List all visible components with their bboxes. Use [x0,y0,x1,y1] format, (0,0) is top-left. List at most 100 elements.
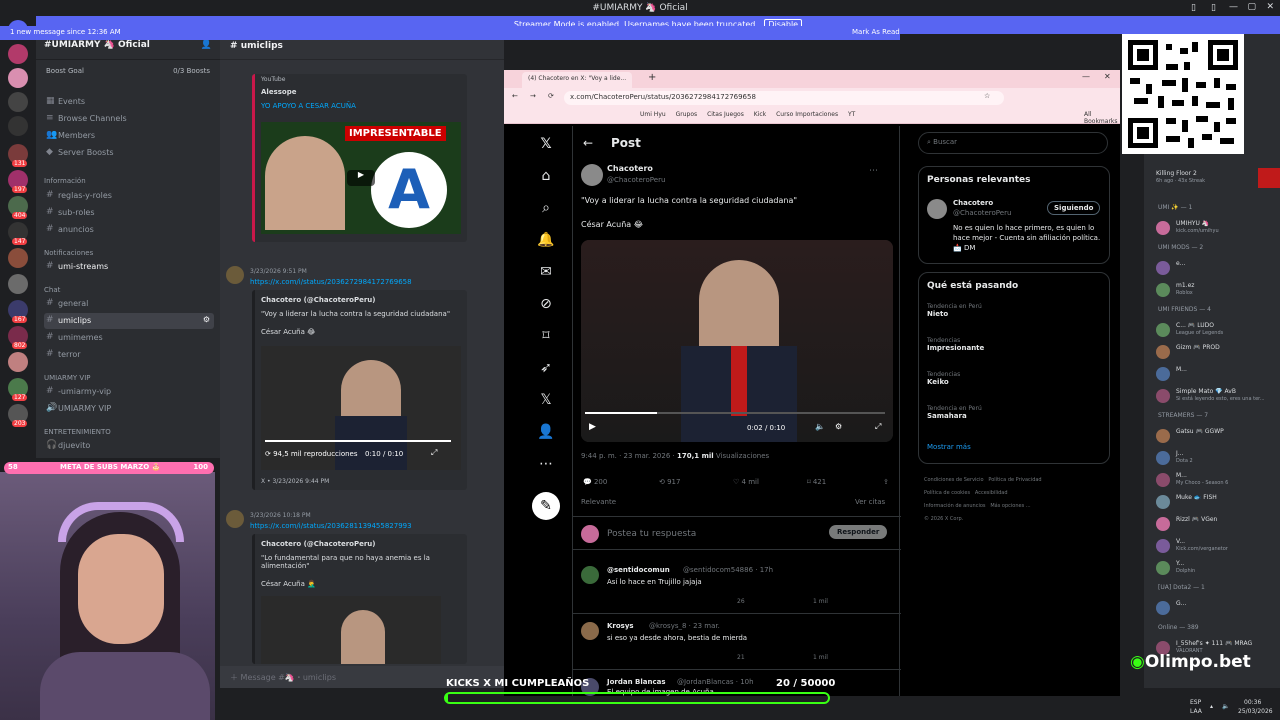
author-handle[interactable]: @ChacoteroPeru [607,176,665,184]
minimize-icon[interactable]: — [1082,72,1090,81]
profile-icon[interactable]: 👤 [536,424,556,444]
x-logo-icon[interactable]: 𝕏 [536,136,556,156]
member-item[interactable]: C... 🎮 LUDO League of Legends [1156,320,1276,340]
like-action[interactable]: ♡ 4 mil [733,478,759,486]
embed-x-post-2[interactable]: Chacotero (@ChacoteroPeru) "Lo fundament… [252,534,467,664]
reply-avatar[interactable] [581,566,599,584]
close-icon[interactable]: ✕ [1266,2,1274,12]
search-field[interactable]: ⌕ Buscar [918,132,1108,154]
server-icon-10[interactable] [8,248,28,268]
bookmark-grupos[interactable]: Grupos [676,111,698,118]
channel-umimemes[interactable]: # umimemes [44,330,214,346]
volume-icon[interactable]: 🔈 [815,422,825,431]
channel-terror[interactable]: # terror [44,347,214,363]
embed-video[interactable] [261,596,441,664]
post-video[interactable]: ▶ 0:02 / 0:10 🔈 ⚙ ⤢ [581,240,893,442]
server-icon-5[interactable] [8,116,28,136]
bookmark-curso[interactable]: Curso Importaciones [776,111,838,118]
compose-icon[interactable]: ✎ [532,492,560,520]
member-activity-card[interactable]: Killing Floor 2 6h ago · 43x Streak [1156,168,1280,188]
maximize-icon[interactable]: ▢ [1247,2,1256,12]
new-messages-banner[interactable]: 1 new message since 12:36 AM Mark As Rea… [0,26,900,40]
server-icon-14[interactable] [8,352,28,372]
reply-item[interactable]: @sentidocomun @sentidocom54886 · 17h Así… [573,558,901,614]
window-icon-1[interactable]: ▯ [1191,3,1196,13]
more-options-icon[interactable]: ⋯ [869,166,878,176]
ver-citas-link[interactable]: Ver citas [855,498,885,506]
new-tab-icon[interactable]: + [648,72,656,83]
footer-link[interactable]: Accesibilidad [975,490,1008,496]
search-icon[interactable]: ⌕ [536,200,556,220]
premium-icon[interactable]: 𝕏 [536,392,556,412]
repost-action[interactable]: ⟲ 917 [659,478,680,486]
add-user-icon[interactable]: 👤 [201,40,212,50]
member-item[interactable]: Gizm 🎮 PROD [1156,342,1276,362]
minimize-icon[interactable]: — [1229,2,1238,12]
member-item[interactable]: Simple Mato 💎 AvB Si está leyendo esto, e… [1156,386,1276,406]
voice-umiarmy-vip[interactable]: 🔊 UMIARMY VIP [44,401,214,417]
member-item[interactable]: Gatsu 🎮 GGWP [1156,426,1276,446]
reply-author[interactable]: Krosys [607,622,634,630]
reply-item[interactable]: Krosys @krosys_8 · 23 mar. si eso ya des… [573,614,901,670]
server-icon-4[interactable] [8,92,28,112]
avatar[interactable] [226,266,244,284]
server-icon-2[interactable] [8,44,28,64]
address-field[interactable]: x.com/ChacoteroPeru/status/2036272984172… [564,91,1004,105]
channel-anuncios[interactable]: # anuncios [44,222,214,238]
footer-link[interactable]: Condiciones de Servicio [924,477,984,483]
channel-sub-roles[interactable]: # sub-roles [44,205,214,221]
reply-view-count[interactable]: 1 mil [813,654,828,661]
server-icon-3[interactable] [8,68,28,88]
member-item[interactable]: M... My Choco - Season 6 [1156,470,1276,490]
trend-item[interactable]: Tendencias Keiko [927,371,1103,386]
language-indicator[interactable]: ESP [1190,699,1201,706]
video-thumbnail[interactable]: IMPRESENTABLE A ▶ [261,122,461,234]
reply-avatar[interactable] [581,622,599,640]
channel-djuevito[interactable]: 🎧 djuevito [44,438,214,454]
trend-item[interactable]: Tendencias Impresionante [927,337,1103,352]
member-item[interactable]: e... [1156,258,1276,278]
following-button[interactable]: Siguiendo [1047,201,1101,215]
speaker-icon[interactable]: 🔈 [1222,703,1229,710]
channel-umiclips[interactable]: # umiclips ⚙ [44,313,214,329]
boost-goal[interactable]: Boost Goal 0/3 Boosts [36,64,220,80]
bookmarks-icon[interactable]: ⌑ [536,328,556,348]
message-link[interactable]: https://x.com/i/status/20362729841727696… [250,278,412,286]
footer-link[interactable]: Política de Privacidad [988,477,1041,483]
all-bookmarks[interactable]: All Bookmarks [1084,111,1118,125]
avatar[interactable] [226,510,244,528]
video-progress[interactable] [265,440,451,442]
channel-general[interactable]: # general [44,296,214,312]
fullscreen-icon[interactable]: ⤢ [875,422,881,432]
member-item[interactable]: G... [1156,598,1276,618]
server-icon-11[interactable] [8,274,28,294]
mark-as-read-button[interactable]: Mark As Read [852,28,900,36]
forward-icon[interactable]: → [530,92,536,100]
reply-action[interactable]: 💬 200 [583,478,607,486]
settings-icon[interactable]: ⚙ [835,422,842,431]
reply-like-count[interactable]: 26 [737,598,745,605]
reply-input[interactable]: Postea tu respuesta [607,529,696,539]
embed-youtube[interactable]: YouTube Alessope YO APOYO A CESAR ACUÑA … [252,74,467,242]
back-icon[interactable]: ← [512,92,518,100]
back-arrow-icon[interactable]: ← [583,136,593,150]
author-name[interactable]: Chacotero [607,164,653,173]
notifications-icon[interactable]: 🔔 [536,232,556,252]
relevance-filter[interactable]: Relevante [581,498,616,506]
grok-icon[interactable]: ⊘ [536,296,556,316]
person-avatar[interactable] [927,199,947,219]
bookmark-kick[interactable]: Kick [754,111,766,118]
settings-icon[interactable]: ⚙ [203,315,210,324]
channel-umi-streams[interactable]: # umi-streams [44,259,214,275]
more-icon[interactable]: ⋯ [536,456,556,476]
add-attachment-icon[interactable]: ＋ [230,673,241,682]
person-name[interactable]: Chacotero [953,199,993,207]
reply-author[interactable]: @sentidocomun [607,566,670,574]
sidebar-item-server-boosts[interactable]: ◆ Server Boosts [44,145,214,161]
member-item[interactable]: Y... Dolphin [1156,558,1276,578]
wifi-icon[interactable]: ▴ [1210,703,1213,710]
bookmark-umi-hyu[interactable]: Umi Hyu [640,111,666,118]
fullscreen-icon[interactable]: ⤢ [431,448,437,458]
channel-umiarmy-vip[interactable]: # -umiarmy-vip [44,384,214,400]
home-icon[interactable]: ⌂ [536,168,556,188]
